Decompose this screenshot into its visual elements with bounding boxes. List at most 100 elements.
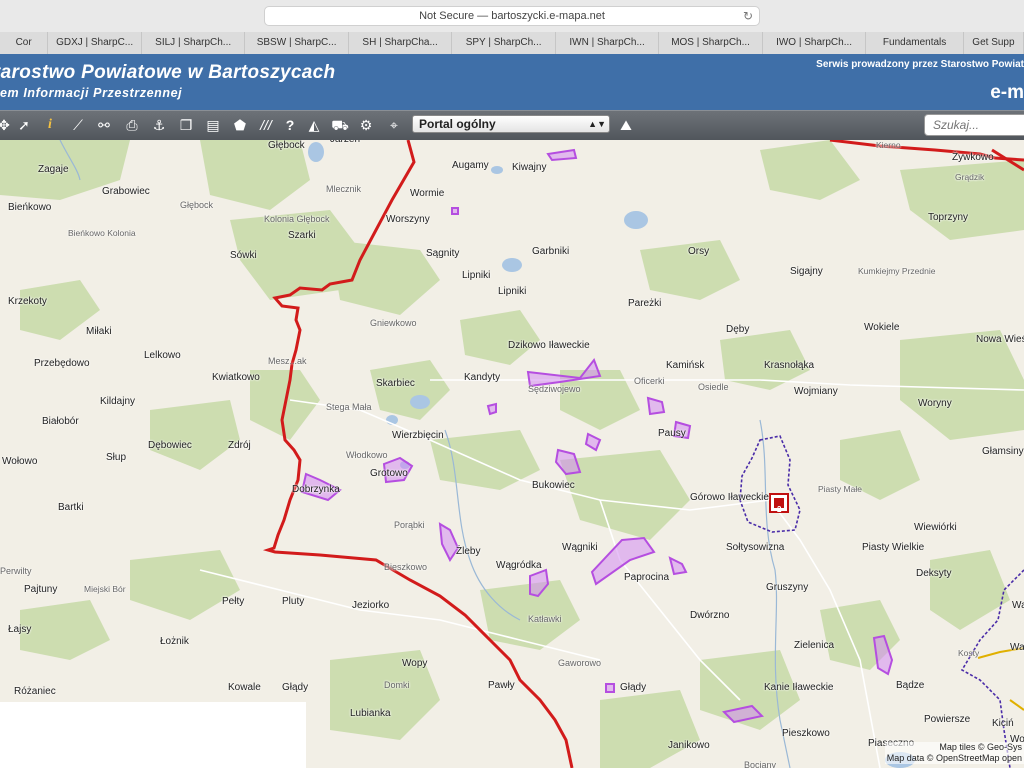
place-label: Zielenica (794, 640, 835, 651)
place-label: Krasnołąka (764, 360, 815, 371)
portal-select-value: Portal ogólny (419, 117, 496, 131)
place-label: Grotowo (370, 468, 408, 479)
place-label: Kosty (958, 648, 980, 658)
place-label: Sędziwojewo (528, 384, 581, 394)
anchor-icon[interactable]: ⚓ (149, 115, 169, 135)
forest-areas (0, 140, 1024, 768)
link-icon[interactable]: ⚯ (94, 115, 114, 135)
layout-icon[interactable]: ▤ (203, 115, 223, 135)
place-label: Woryny (918, 398, 952, 409)
map-canvas[interactable]: Głębock Jarzeń Augamy Kiwajny Kierno Żywkowo G… (0, 140, 1024, 768)
reload-icon[interactable]: ↻ (743, 7, 753, 26)
place-label: Dobrzynka (292, 484, 340, 495)
print-icon[interactable]: ⎙ (122, 115, 142, 135)
browser-tab[interactable]: Cor (0, 32, 49, 54)
place-label: Lubianka (350, 708, 391, 719)
place-label: Kowale (228, 682, 261, 693)
browser-tab[interactable]: SBSW | SharpC... (245, 32, 349, 54)
browser-tab[interactable]: Fundamentals (866, 32, 964, 54)
place-label: Miejski Bór (84, 584, 126, 594)
cart-icon[interactable]: ⛟ (330, 115, 350, 135)
address-bar[interactable]: Not Secure — bartoszycki.e-mapa.net ↻ (264, 6, 760, 26)
browser-tab[interactable]: Get Supp (964, 32, 1024, 54)
route-line (977, 647, 1024, 711)
place-label: Dzikowo Iławeckie (508, 340, 590, 351)
browser-tab[interactable]: SH | SharpCha... (349, 32, 453, 54)
brand-logo[interactable]: e-m (990, 82, 1024, 104)
place-label: Dębowiec (148, 440, 192, 451)
place-label: Pieszkowo (782, 728, 830, 739)
place-label: Mlecznik (326, 184, 362, 194)
place-label: Sołtysowizna (726, 542, 785, 553)
help-icon[interactable]: ? (280, 115, 300, 135)
place-label: Oficerki (634, 376, 665, 386)
place-label: Różaniec (14, 686, 56, 697)
place-label: Kolonia Głębock (264, 214, 330, 224)
place-label: Kanie Iławeckie (764, 682, 834, 693)
copy-icon[interactable]: ❐ (176, 115, 196, 135)
place-label: Przebędowo (34, 358, 90, 369)
map-base-layer (0, 140, 1024, 768)
place-label: Grabowiec (102, 186, 150, 197)
browser-tab[interactable]: MOS | SharpCh... (659, 32, 763, 54)
shape-icon[interactable]: ⬟ (230, 115, 250, 135)
place-label: Osiedle (698, 382, 729, 392)
place-label: Włodkowo (346, 450, 388, 460)
place-label: Żywkowo (952, 152, 994, 163)
place-label: Pajtuny (24, 584, 58, 595)
place-label: Gaworowo (558, 658, 602, 668)
place-label: Garbniki (532, 246, 570, 257)
browser-tab[interactable]: IWO | SharpCh... (763, 32, 867, 54)
place-label: Katławki (528, 614, 562, 624)
tab-bar: Cor GDXJ | SharpC... SILJ | SharpCh... SBSW… (0, 32, 1024, 55)
place-label: Orsy (688, 246, 710, 257)
compass-icon[interactable]: ◭ (304, 115, 324, 135)
place-label: Słup (106, 452, 127, 463)
place-label: Bieńkowo (8, 202, 52, 213)
portal-select[interactable]: Portal ogólny ▲▼ (412, 115, 610, 133)
place-label: Kierno (876, 140, 901, 150)
place-label: Lipniki (498, 286, 527, 297)
search-input[interactable] (924, 114, 1024, 136)
location-pin-icon[interactable]: ⌖ (384, 115, 404, 135)
place-label: Augamy (452, 160, 489, 171)
browser-tab[interactable]: GDXJ | SharpC... (48, 32, 142, 54)
browser-tab[interactable]: SPY | SharpCh... (452, 32, 556, 54)
place-label: Żleby (456, 546, 481, 557)
info-icon[interactable]: i (40, 115, 60, 135)
place-label: Pluty (282, 596, 305, 607)
place-label: Jeziorko (352, 600, 390, 611)
place-label: Bieńkowo Kolonia (68, 228, 136, 238)
place-label: Sówki (230, 250, 257, 261)
map-attribution: Map tiles © Geo-Sys Map data © OpenStree… (884, 742, 1024, 764)
page-subtitle: em Informacji Przestrzennej (0, 86, 183, 100)
terrain-icon[interactable]: ⛰ (616, 115, 636, 135)
url-text: Not Secure — bartoszycki.e-mapa.net (419, 10, 605, 22)
place-label: Pełty (222, 596, 245, 607)
place-label: Bieszkowo (384, 562, 428, 572)
attribution-tiles: Map tiles © Geo-Sys (939, 742, 1022, 752)
place-label: Wormie (410, 188, 445, 199)
place-label: Wal (1010, 642, 1024, 653)
place-label: Sągnity (426, 248, 460, 259)
place-label: Sigajny (790, 266, 823, 277)
place-label: Mesz...ak (268, 356, 307, 366)
place-label: Zdrój (228, 440, 251, 451)
place-label: Worszyny (386, 214, 430, 225)
place-label: Kiciń (992, 718, 1014, 729)
pointer-icon[interactable]: ➚ (14, 115, 34, 135)
settings-icon[interactable]: ⚙ (356, 115, 376, 135)
place-label: Białobór (42, 416, 79, 427)
blank-panel (0, 702, 306, 768)
measure-icon[interactable]: ⟋ (68, 115, 88, 135)
marker-label[interactable]: 2 (777, 504, 781, 515)
browser-tab[interactable]: SILJ | SharpCh... (142, 32, 246, 54)
place-label: Głądy (620, 682, 647, 693)
place-label: Kamińsk (666, 360, 705, 371)
place-label: Nowa Wieś Iławecka (976, 334, 1024, 345)
browser-tab[interactable]: IWN | SharpCh... (556, 32, 660, 54)
place-label: Piasty Wielkie (862, 542, 925, 553)
place-label: Głądy (282, 682, 309, 693)
hatch-icon[interactable]: /// (256, 115, 276, 135)
pan-icon[interactable]: ✥ (0, 115, 14, 135)
